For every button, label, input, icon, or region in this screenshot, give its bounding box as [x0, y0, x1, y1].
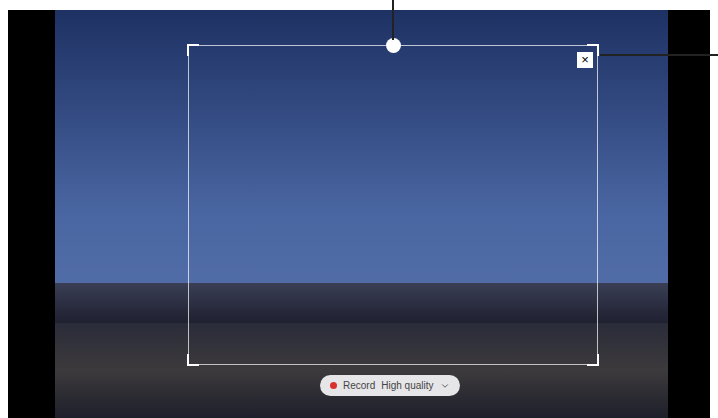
- right-bar: [668, 10, 710, 418]
- frame-corner[interactable]: [187, 354, 199, 366]
- left-bar: [8, 10, 55, 418]
- move-handle[interactable]: [386, 38, 401, 53]
- screen: × Record High quality: [0, 0, 718, 418]
- record-label[interactable]: Record: [343, 378, 375, 393]
- water: [55, 323, 668, 418]
- recording-frame[interactable]: ×: [188, 45, 598, 365]
- callout-line: [392, 0, 394, 40]
- callout-line: [600, 54, 718, 56]
- frame-corner[interactable]: [587, 354, 599, 366]
- viewport: × Record High quality: [8, 10, 710, 418]
- sky: [55, 10, 668, 283]
- chevron-down-icon[interactable]: [440, 381, 450, 391]
- close-button[interactable]: ×: [577, 52, 593, 68]
- skyline: [55, 283, 668, 323]
- record-pill[interactable]: Record High quality: [320, 375, 460, 396]
- photo: × Record High quality: [55, 10, 668, 418]
- record-dot-icon: [330, 382, 337, 389]
- quality-label[interactable]: High quality: [381, 378, 433, 393]
- frame-corner[interactable]: [187, 44, 199, 56]
